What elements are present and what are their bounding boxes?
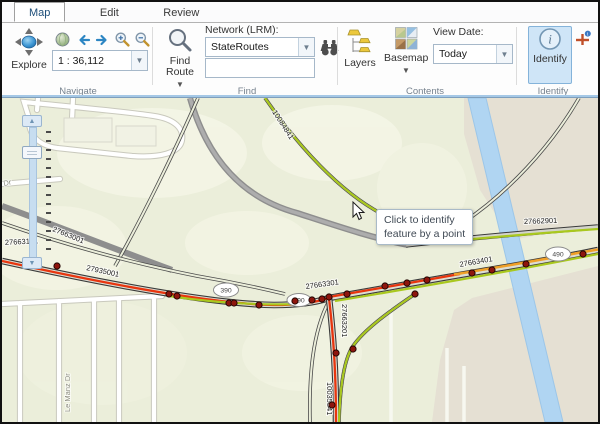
identify-tooltip: Click to identify feature by a point bbox=[376, 209, 473, 245]
explore-label: Explore bbox=[7, 60, 51, 71]
map-scale-value: 1 : 36,112 bbox=[53, 55, 131, 67]
zoom-slider-ticks bbox=[46, 131, 51, 252]
find-route-button[interactable]: Find Route ▼ bbox=[159, 26, 201, 92]
route-event-marker[interactable] bbox=[412, 291, 418, 297]
view-date-value: Today bbox=[434, 48, 496, 60]
identify-route-icon[interactable]: i bbox=[574, 29, 592, 47]
chevron-down-icon[interactable]: ▼ bbox=[298, 38, 314, 56]
route-event-marker[interactable] bbox=[54, 263, 60, 269]
ribbon: Map Edit Review bbox=[2, 2, 598, 98]
map-scale-combo[interactable]: 1 : 36,112 ▼ bbox=[52, 50, 148, 71]
layers-label: Layers bbox=[341, 58, 379, 69]
route-event-marker[interactable] bbox=[469, 270, 475, 276]
route-label: 10035841 bbox=[325, 382, 334, 415]
route-event-marker[interactable] bbox=[309, 297, 315, 303]
identify-tooltip-line-1: Click to identify bbox=[384, 213, 465, 227]
next-extent-arrow-icon[interactable] bbox=[94, 31, 111, 47]
binoculars-icon[interactable] bbox=[319, 38, 339, 56]
zoom-slider-handle[interactable] bbox=[22, 146, 42, 159]
zoom-in-icon[interactable] bbox=[113, 30, 131, 48]
zoom-slider-minus-button[interactable]: ▼ bbox=[22, 257, 42, 269]
route-event-marker[interactable] bbox=[292, 298, 298, 304]
route-event-marker[interactable] bbox=[231, 300, 237, 306]
route-event-marker[interactable] bbox=[344, 291, 350, 297]
route-event-marker[interactable] bbox=[326, 294, 332, 300]
route-event-marker[interactable] bbox=[166, 291, 172, 297]
svg-text:490: 490 bbox=[552, 252, 564, 259]
route-event-marker[interactable] bbox=[580, 251, 586, 257]
tab-edit[interactable]: Edit bbox=[86, 3, 133, 23]
svg-text:390: 390 bbox=[220, 288, 232, 295]
map-canvas[interactable]: 390 490 490 27663001 27663101 27935001 2… bbox=[2, 98, 598, 422]
ribbon-body: Explore bbox=[2, 23, 598, 95]
route-shield-490-east: 490 bbox=[546, 247, 571, 261]
route-event-marker[interactable] bbox=[174, 293, 180, 299]
zoom-out-icon[interactable] bbox=[133, 30, 151, 48]
app-window: Map Edit Review bbox=[0, 0, 600, 424]
identify-label: Identify bbox=[529, 54, 571, 65]
tab-review[interactable]: Review bbox=[149, 3, 213, 23]
route-event-marker[interactable] bbox=[382, 283, 388, 289]
full-extent-globe-icon[interactable] bbox=[54, 31, 70, 47]
chevron-down-icon: ▼ bbox=[176, 80, 184, 89]
basemap-button[interactable]: Basemap ▼ bbox=[383, 26, 429, 92]
chevron-down-icon[interactable]: ▼ bbox=[496, 45, 512, 63]
network-lrm-value: StateRoutes bbox=[206, 41, 298, 53]
route-label: 27663201 bbox=[340, 304, 349, 337]
explore-button[interactable]: Explore bbox=[6, 26, 52, 84]
layers-button[interactable]: Layers bbox=[340, 26, 380, 84]
chevron-down-icon: ▼ bbox=[402, 66, 410, 75]
identify-tooltip-line-2: feature by a point bbox=[384, 227, 465, 241]
route-event-marker[interactable] bbox=[424, 277, 430, 283]
identify-button[interactable]: i Identify bbox=[528, 26, 572, 84]
route-event-marker[interactable] bbox=[256, 302, 262, 308]
route-event-marker[interactable] bbox=[523, 261, 529, 267]
route-event-marker[interactable] bbox=[319, 296, 325, 302]
route-label: 27662901 bbox=[524, 216, 558, 226]
route-input[interactable] bbox=[205, 58, 315, 78]
route-event-marker[interactable] bbox=[489, 267, 495, 273]
network-lrm-combo[interactable]: StateRoutes ▼ bbox=[205, 37, 315, 57]
route-shield-390: 390 bbox=[214, 283, 239, 297]
zoom-slider-plus-button[interactable]: ▲ bbox=[22, 115, 42, 127]
tab-bar: Map Edit Review bbox=[2, 2, 598, 23]
svg-text:i: i bbox=[548, 32, 552, 47]
view-date-label: View Date: bbox=[433, 26, 484, 38]
street-label: Le Manz Dr bbox=[63, 373, 72, 412]
route-event-marker[interactable] bbox=[404, 280, 410, 286]
route-event-marker[interactable] bbox=[350, 346, 356, 352]
find-route-label-2: Route bbox=[160, 67, 200, 78]
network-lrm-label: Network (LRM): bbox=[205, 24, 279, 36]
basemap-label: Basemap bbox=[384, 53, 428, 64]
route-event-marker[interactable] bbox=[333, 350, 339, 356]
chevron-down-icon[interactable]: ▼ bbox=[131, 51, 147, 70]
tab-map[interactable]: Map bbox=[14, 2, 65, 22]
route-shield-490-west: 490 bbox=[287, 294, 311, 307]
view-date-combo[interactable]: Today ▼ bbox=[433, 44, 513, 64]
map-viewport[interactable]: 390 490 490 27663001 27663101 27935001 2… bbox=[2, 98, 598, 422]
route-event-marker[interactable] bbox=[329, 402, 335, 408]
previous-extent-arrow-icon[interactable] bbox=[74, 31, 91, 47]
